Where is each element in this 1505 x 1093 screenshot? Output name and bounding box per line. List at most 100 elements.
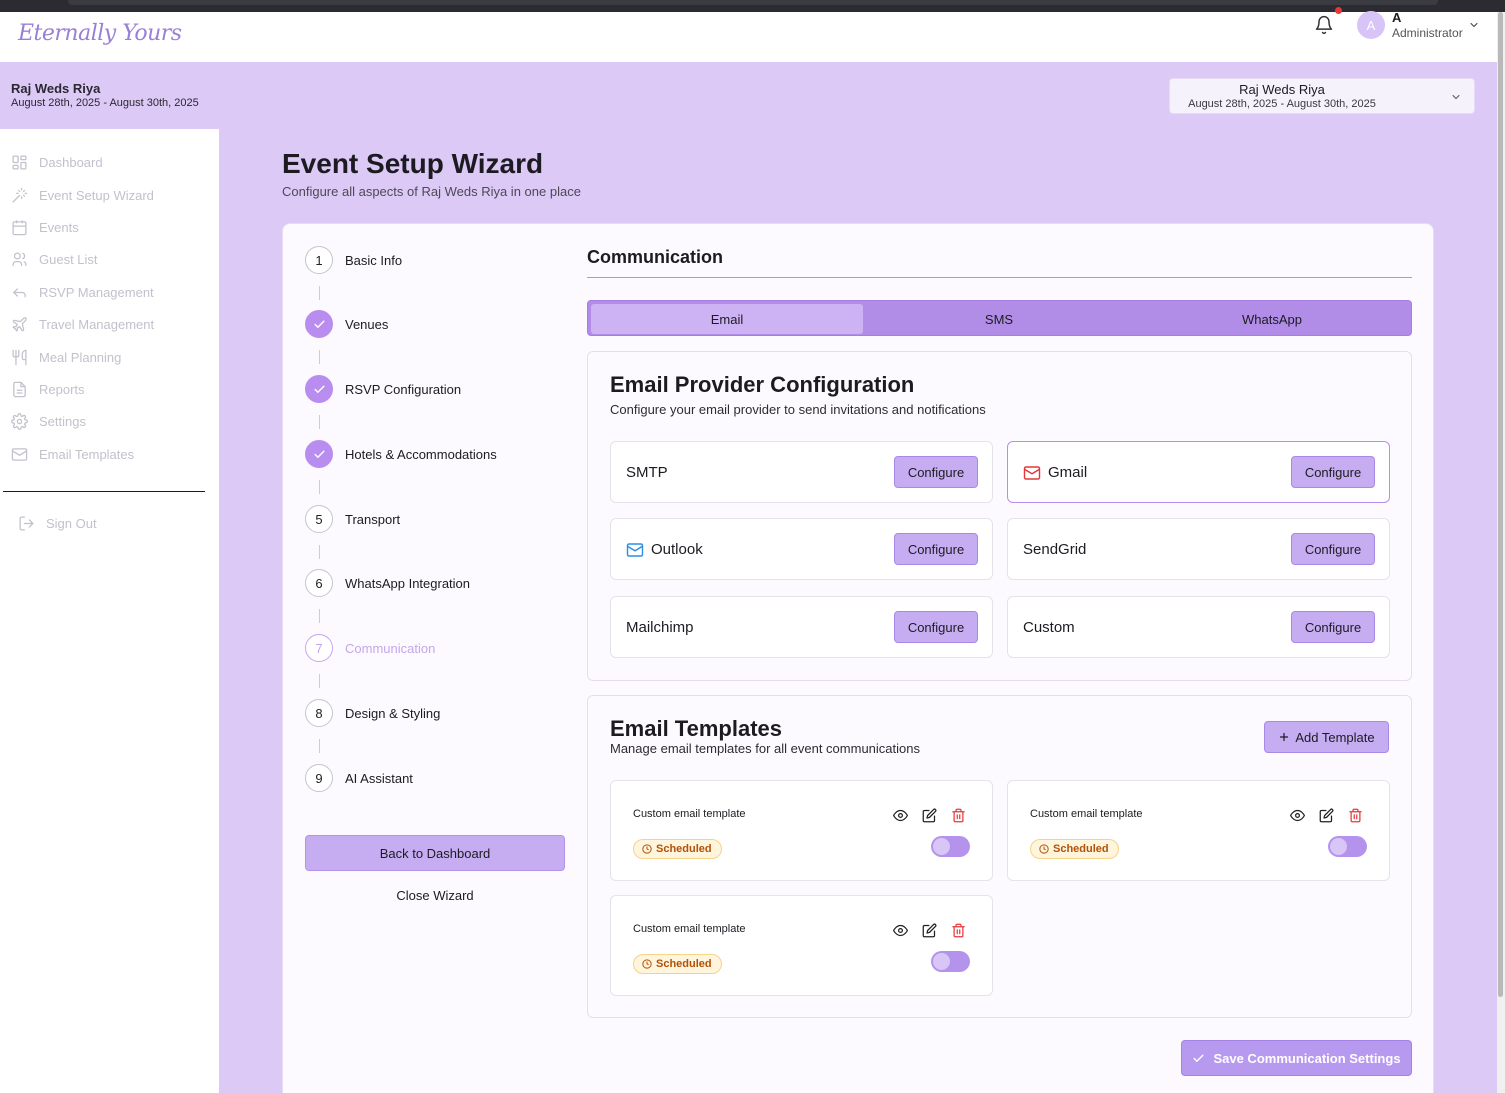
event-name: Raj Weds Riya [11, 81, 101, 96]
sidebar-item-travel-management[interactable]: Travel Management [11, 314, 154, 334]
wizard-step-rsvp-configuration[interactable]: RSVP Configuration [305, 374, 461, 404]
step-connector [319, 415, 320, 429]
notification-bell-icon[interactable] [1314, 15, 1334, 35]
sidebar-item-meal-planning[interactable]: Meal Planning [11, 347, 121, 367]
sidebar-item-settings[interactable]: Settings [11, 411, 86, 431]
status-label: Scheduled [656, 843, 712, 855]
sidebar-item-email-templates[interactable]: Email Templates [11, 444, 134, 464]
check-icon [313, 320, 325, 328]
browser-chrome [0, 0, 1505, 12]
channel-tabs: Email SMS WhatsApp [587, 300, 1412, 336]
provider-name: Gmail [1048, 464, 1088, 481]
event-selector[interactable]: Raj Weds Riya August 28th, 2025 - August… [1169, 78, 1475, 114]
configure-button[interactable]: Configure [1291, 533, 1375, 565]
configure-button[interactable]: Configure [1291, 456, 1375, 488]
template-name: Custom email template [1030, 808, 1143, 820]
sidebar-item-label: Settings [39, 413, 86, 429]
app-logo[interactable]: Eternally Yours [18, 21, 182, 46]
scrollbar-thumb[interactable] [1498, 12, 1503, 997]
template-toggle[interactable] [1328, 836, 1367, 857]
sidebar-divider [3, 491, 205, 492]
provider-mailchimp[interactable]: Mailchimp Configure [610, 596, 993, 658]
template-card: Custom email template Scheduled [610, 895, 993, 996]
wizard-step-whatsapp-integration[interactable]: 6 WhatsApp Integration [305, 568, 470, 598]
sidebar-item-guest-list[interactable]: Guest List [11, 249, 98, 269]
close-wizard-button[interactable]: Close Wizard [305, 883, 565, 907]
sign-out-label: Sign Out [46, 515, 97, 531]
chevron-down-icon[interactable] [1468, 19, 1480, 31]
eye-icon[interactable] [893, 923, 908, 938]
template-name: Custom email template [633, 808, 746, 820]
wizard-step-transport[interactable]: 5 Transport [305, 504, 400, 534]
mail-icon [11, 447, 28, 461]
save-communication-settings-button[interactable]: Save Communication Settings [1181, 1040, 1412, 1076]
configure-button[interactable]: Configure [894, 533, 978, 565]
tab-whatsapp[interactable]: WhatsApp [1136, 304, 1408, 334]
templates-section-title: Email Templates [610, 716, 782, 741]
step-number: 7 [305, 634, 333, 662]
chevron-down-icon [1452, 95, 1460, 100]
page-scrollbar[interactable] [1497, 12, 1505, 1093]
step-label: Transport [345, 511, 401, 527]
clock-icon [1039, 844, 1049, 854]
tab-email[interactable]: Email [591, 304, 863, 334]
sidebar-item-event-setup-wizard[interactable]: Event Setup Wizard [11, 185, 154, 205]
add-template-button[interactable]: Add Template [1264, 721, 1389, 753]
status-badge: Scheduled [1030, 839, 1119, 859]
sidebar-item-label: Event Setup Wizard [39, 187, 154, 203]
eye-icon[interactable] [1290, 808, 1305, 823]
wizard-step-communication[interactable]: 7 Communication [305, 633, 435, 663]
eye-icon[interactable] [893, 808, 908, 823]
wizard-step-design-styling[interactable]: 8 Design & Styling [305, 698, 440, 728]
provider-custom[interactable]: Custom Configure [1007, 596, 1390, 658]
sidebar-item-dashboard[interactable]: Dashboard [11, 152, 103, 172]
step-connector [319, 674, 320, 688]
trash-icon[interactable] [1348, 808, 1363, 823]
configure-button[interactable]: Configure [1291, 611, 1375, 643]
edit-icon[interactable] [922, 923, 937, 938]
configure-button[interactable]: Configure [894, 611, 978, 643]
sign-out-button[interactable]: Sign Out [18, 513, 97, 533]
plus-icon [1280, 732, 1289, 742]
check-icon [1193, 1054, 1204, 1062]
sidebar-item-reports[interactable]: Reports [11, 379, 85, 399]
check-icon [313, 385, 325, 393]
step-connector [319, 350, 320, 364]
configure-button[interactable]: Configure [894, 456, 978, 488]
wizard-step-ai-assistant[interactable]: 9 AI Assistant [305, 763, 413, 793]
sidebar-item-label: Dashboard [39, 154, 103, 170]
template-card: Custom email template Scheduled [610, 780, 993, 881]
step-complete-marker [305, 310, 333, 338]
plane-icon [12, 316, 27, 332]
provider-section-title: Email Provider Configuration [610, 372, 915, 397]
template-toggle[interactable] [931, 951, 970, 972]
status-label: Scheduled [656, 958, 712, 970]
trash-icon[interactable] [951, 808, 966, 823]
wizard-step-hotels[interactable]: Hotels & Accommodations [305, 439, 497, 469]
clock-icon [642, 844, 652, 854]
sidebar-item-rsvp-management[interactable]: RSVP Management [11, 282, 154, 302]
edit-icon[interactable] [1319, 808, 1334, 823]
grid-icon [12, 154, 27, 170]
trash-icon[interactable] [951, 923, 966, 938]
tab-sms[interactable]: SMS [863, 304, 1135, 334]
step-number: 8 [305, 699, 333, 727]
sidebar-item-events[interactable]: Events [11, 217, 79, 237]
step-complete-marker [305, 375, 333, 403]
address-bar[interactable] [68, 0, 1438, 5]
provider-smtp[interactable]: SMTP Configure [610, 441, 993, 503]
edit-icon[interactable] [922, 808, 937, 823]
sidebar-item-label: Reports [39, 381, 85, 397]
user-name[interactable]: A [1392, 10, 1401, 25]
mail-icon [626, 543, 644, 557]
provider-sendgrid[interactable]: SendGrid Configure [1007, 518, 1390, 580]
wizard-step-venues[interactable]: Venues [305, 309, 388, 339]
provider-outlook[interactable]: Outlook Configure [610, 518, 993, 580]
clock-icon [642, 959, 652, 969]
wizard-step-basic-info[interactable]: 1 Basic Info [305, 245, 402, 275]
back-to-dashboard-button[interactable]: Back to Dashboard [305, 835, 565, 871]
provider-gmail[interactable]: Gmail Configure [1007, 441, 1390, 503]
provider-name: Mailchimp [626, 619, 694, 636]
template-toggle[interactable] [931, 836, 970, 857]
avatar[interactable]: A [1357, 11, 1385, 39]
